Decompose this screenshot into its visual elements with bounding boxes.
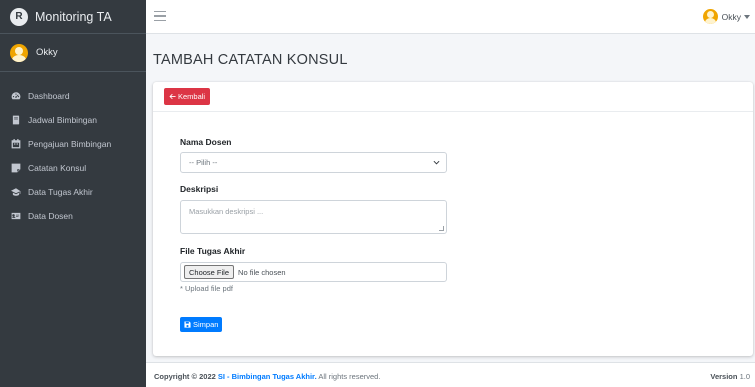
brand-title: Monitoring TA [35,9,112,24]
nama-dosen-label: Nama Dosen [180,137,232,147]
sidebar-item-pengajuan-bimbingan[interactable]: Pengajuan Bimbingan [0,132,146,156]
user-dropdown[interactable]: Okky [702,9,750,24]
sidebar-item-catatan-konsul[interactable]: Catatan Konsul [0,156,146,180]
user-panel[interactable]: Okky [0,34,146,72]
version-text: Version 1.0 [710,372,750,381]
file-input[interactable]: Choose File No file chosen [180,262,447,282]
user-avatar [10,43,28,62]
caret-down-icon [744,14,750,19]
copyright-text: Copyright © 2022 SI - Bimbingan Tugas Ak… [154,372,381,381]
resize-handle-icon[interactable] [439,226,444,231]
brand-link[interactable]: R Monitoring TA [0,0,146,34]
save-icon [184,321,191,328]
file-help-text: * Upload file pdf [180,284,233,293]
sidebar: R Monitoring TA Okky Dashboard Jadwal Bi… [0,0,146,387]
back-button[interactable]: Kembali [164,88,211,105]
sidebar-item-label: Dashboard [28,91,70,101]
deskripsi-textarea[interactable]: Masukkan deskripsi ... [180,200,447,234]
form-card: Kembali Nama Dosen -- Pilih -- Deskripsi… [153,82,753,356]
sidebar-item-label: Jadwal Bimbingan [28,115,97,125]
chevron-down-icon [433,160,440,165]
arrow-left-icon [169,93,176,100]
choose-file-button[interactable]: Choose File [184,265,235,279]
deskripsi-placeholder: Masukkan deskripsi ... [189,207,264,216]
file-status: No file chosen [238,267,286,277]
sidebar-item-data-tugas-akhir[interactable]: Data Tugas Akhir [0,180,146,204]
footer-link[interactable]: SI - Bimbingan Tugas Akhir. [218,372,317,381]
sidebar-item-dashboard[interactable]: Dashboard [0,84,146,108]
sidebar-item-jadwal-bimbingan[interactable]: Jadwal Bimbingan [0,108,146,132]
sidebar-item-label: Data Dosen [28,211,73,221]
sidebar-item-label: Catatan Konsul [28,163,87,173]
user-name: Okky [36,47,58,58]
brand-logo-icon: R [10,7,28,26]
id-card-icon [11,211,21,221]
card-header: Kembali [153,82,753,112]
footer: Copyright © 2022 SI - Bimbingan Tugas Ak… [146,362,755,387]
sidebar-nav: Dashboard Jadwal Bimbingan Pengajuan Bim… [0,84,146,228]
graduation-cap-icon [11,187,21,197]
user-dropdown-name: Okky [721,11,741,22]
file-tugas-akhir-label: File Tugas Akhir [180,246,246,256]
sidebar-item-label: Pengajuan Bimbingan [28,139,112,149]
select-value: -- Pilih -- [189,158,218,167]
top-navbar: Okky [146,0,755,34]
book-icon [11,115,21,125]
deskripsi-label: Deskripsi [180,184,219,194]
calendar-icon [11,139,21,149]
user-avatar [702,9,718,24]
sidebar-item-data-dosen[interactable]: Data Dosen [0,204,146,228]
sidebar-item-label: Data Tugas Akhir [28,187,93,197]
hamburger-menu-icon[interactable] [154,11,166,23]
dashboard-icon [11,91,21,101]
sticky-note-icon [11,163,21,173]
nama-dosen-select[interactable]: -- Pilih -- [180,152,447,173]
page-title: TAMBAH CATATAN KONSUL [153,52,348,68]
save-button[interactable]: Simpan [180,317,223,332]
